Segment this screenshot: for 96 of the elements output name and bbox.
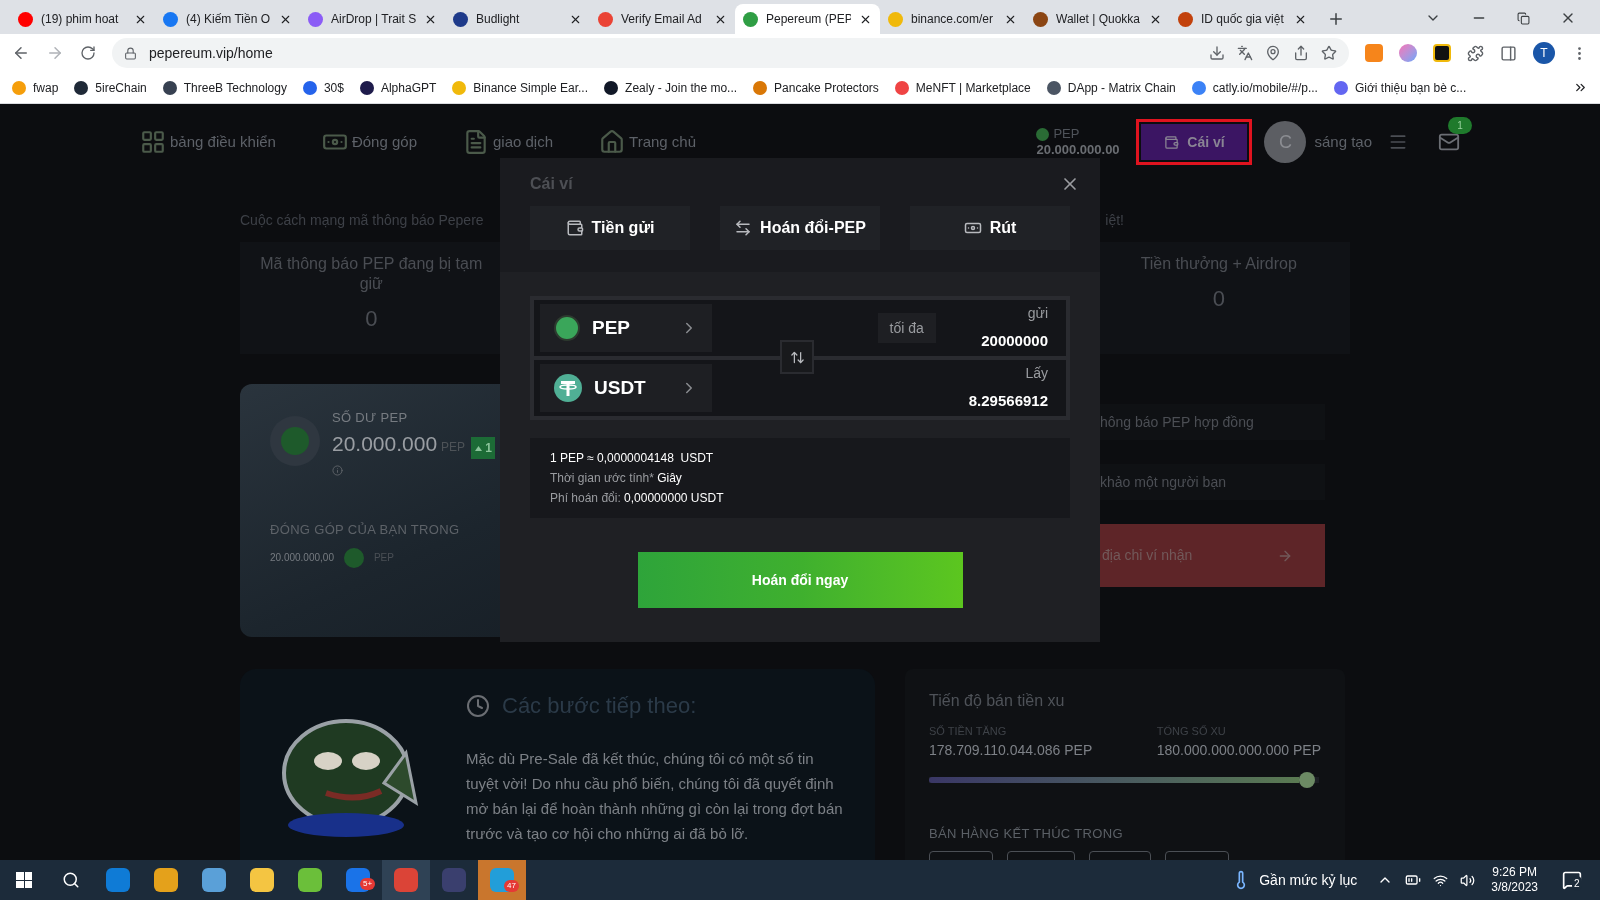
tab-title: (19) phim hoat xyxy=(41,11,120,28)
count-badge: 5+ xyxy=(360,878,376,890)
bookmark[interactable]: catly.io/mobile/#/p... xyxy=(1191,78,1318,97)
wallet-button[interactable]: Cái ví xyxy=(1141,124,1248,160)
browser-tab[interactable]: binance.com/er xyxy=(880,4,1025,34)
restore-icon[interactable] xyxy=(1517,11,1530,25)
extensions-icon[interactable] xyxy=(1467,44,1484,62)
amount-label: Lấy xyxy=(1025,364,1048,384)
browser-tab[interactable]: ID quốc gia việt xyxy=(1170,4,1315,34)
swap-arrows-icon xyxy=(789,349,805,365)
tab-icon xyxy=(565,219,584,237)
balance-amount: 20.000.000 xyxy=(332,430,438,457)
new-tab-icon[interactable] xyxy=(1327,10,1345,28)
tab-title: binance.com/er xyxy=(911,11,995,28)
coin-icon xyxy=(1036,127,1050,141)
dialog-tab[interactable]: Hoán đổi-PEP xyxy=(720,206,880,250)
address-bar[interactable]: pepereum.vip/home xyxy=(112,38,1349,68)
browser-tab[interactable]: Wallet | Quokka xyxy=(1025,4,1170,34)
tab-title: Budlight xyxy=(476,11,521,28)
browser-tab[interactable]: Budlight xyxy=(445,4,590,34)
token-select[interactable]: PEP xyxy=(540,304,712,352)
profile-avatar[interactable]: T xyxy=(1533,42,1555,64)
progress-thumb[interactable] xyxy=(1299,771,1316,788)
token-select[interactable]: USDT xyxy=(540,364,712,412)
clock[interactable]: 9:26 PM 3/8/2023 xyxy=(1491,865,1538,895)
notification-badge: 1 xyxy=(1448,117,1472,134)
change-badge: 1 xyxy=(471,437,495,459)
browser-tab[interactable]: Verify Email Ad xyxy=(590,4,735,34)
steps-text: Mặc dù Pre-Sale đã kết thúc, chúng tôi có một số tin tuyệt vời! Do nhu cầu phổ biến, chúng tôi đã quyết định mở bán lại để hoàn thành những gì còn lại trong đợt bán trước và tạo cơ hội cho những ai đã bỏ lỡ. xyxy=(466,749,844,844)
username: sáng tạo xyxy=(1314,131,1372,152)
contribution-label: ĐÓNG GÓP CỦA BẠN TRONG xyxy=(270,521,460,539)
stat-label: Mã thông báo PEP đang bị tạm giữ xyxy=(259,254,484,294)
count-badge: 47 xyxy=(504,880,519,892)
bookmark[interactable]: DApp - Matrix Chain xyxy=(1046,78,1176,97)
bookmark[interactable]: 30$ xyxy=(302,78,344,97)
coin-icon xyxy=(343,547,364,568)
notifications-icon[interactable] xyxy=(1562,870,1582,890)
browser-tab[interactable]: (19) phim hoat xyxy=(10,4,155,34)
tab-icon xyxy=(734,219,753,237)
side-panel-icon[interactable] xyxy=(1500,44,1517,62)
bookmark[interactable]: Binance Simple Ear... xyxy=(452,78,589,97)
bookmark[interactable]: 5ireChain xyxy=(74,78,147,97)
browser-tab[interactable]: (4) Kiếm Tiền O xyxy=(155,4,300,34)
bookmark[interactable]: Zealy - Join the mo... xyxy=(604,78,738,97)
tab-title: (4) Kiếm Tiền O xyxy=(186,11,271,28)
reload-icon[interactable] xyxy=(80,45,96,61)
extension-icon[interactable] xyxy=(1433,44,1451,62)
balance-label: SỐ DƯ PEP xyxy=(332,409,409,427)
battery-icon[interactable] xyxy=(1405,872,1422,888)
rate-text: 1 PEP ≈ 0,0000004148 USDT xyxy=(550,450,715,467)
nav-item-icon xyxy=(599,129,626,155)
swap-direction-button[interactable] xyxy=(780,340,814,374)
weather-text[interactable]: Gần mức kỷ lục xyxy=(1259,869,1358,891)
network-icon[interactable] xyxy=(1433,872,1449,888)
bookmark[interactable]: Giới thiệu bạn bè c... xyxy=(1333,78,1467,97)
bookmark[interactable]: fwap xyxy=(12,78,59,97)
countdown-label: BÁN HÀNG KẾT THÚC TRONG xyxy=(929,824,1124,843)
contribution-amount: 20.000.000,00 xyxy=(270,551,334,565)
amount-value: 20000000 xyxy=(981,331,1048,352)
stat-value: 0 xyxy=(365,305,378,333)
stat-value: 0 xyxy=(1212,285,1225,313)
amount-value: 8.29566912 xyxy=(968,391,1048,412)
search-icon[interactable] xyxy=(62,871,80,889)
tab-title: AirDrop | Trait S xyxy=(331,11,416,28)
raised-amount: 178.709.110.044.086 PEP xyxy=(929,740,1094,760)
dialog-tab[interactable]: Rút xyxy=(910,206,1070,250)
nav-item-icon xyxy=(463,129,489,155)
bookmark[interactable]: MeNFT | Marketplace xyxy=(894,78,1031,97)
tether-icon xyxy=(554,374,582,402)
bookmark[interactable]: Pancake Protectors xyxy=(753,78,879,97)
token-balance: 20.000.000.00 xyxy=(1036,142,1121,158)
time-text: Thời gian ước tính* Giây xyxy=(550,470,683,487)
tab-title: Verify Email Ad xyxy=(621,11,703,28)
clock-icon xyxy=(466,693,490,718)
amount-label: gửi xyxy=(1027,304,1048,324)
coin-avatar-icon xyxy=(270,416,320,466)
tab-title: Wallet | Quokka xyxy=(1056,11,1141,28)
up-triangle-icon xyxy=(475,445,483,451)
token-label: PEP xyxy=(1053,126,1080,142)
mail-icon[interactable] xyxy=(1438,131,1460,153)
max-button[interactable]: tối đa xyxy=(877,313,936,343)
stat-label: Tiền thưởng + Airdrop xyxy=(1140,254,1297,274)
bookmark[interactable]: ThreeB Technology xyxy=(162,78,287,97)
nav-item-icon xyxy=(140,129,166,155)
dialog-tab[interactable]: Tiền gửi xyxy=(530,206,690,250)
browser-tab[interactable]: AirDrop | Trait S xyxy=(300,4,445,34)
tab-title: ID quốc gia việt xyxy=(1201,11,1285,28)
volume-icon[interactable] xyxy=(1460,872,1476,888)
bookmark[interactable]: AlphaGPT xyxy=(359,78,437,97)
total-amount: 180.000.000.000.000 PEP xyxy=(1156,740,1321,760)
taskbar-app[interactable]: 5+ xyxy=(334,860,382,900)
wallet-icon xyxy=(1164,134,1180,150)
taskbar-app[interactable]: 47 xyxy=(478,860,526,900)
back-icon[interactable] xyxy=(12,44,30,62)
fee-text: Phí hoán đổi: 0,00000000 USDT xyxy=(550,490,725,507)
progress-title: Tiến độ bán tiền xu xyxy=(929,691,1066,711)
